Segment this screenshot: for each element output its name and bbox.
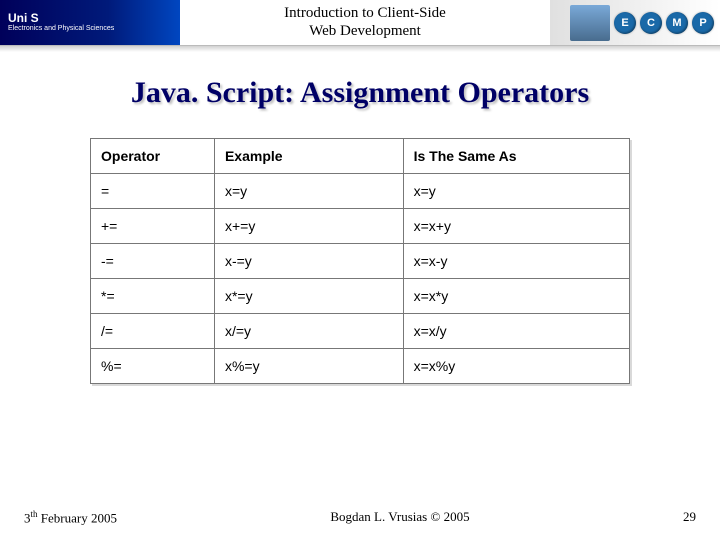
course-title: Introduction to Client-Side Web Developm… [180, 0, 550, 45]
header-photo [570, 5, 610, 41]
badge-e: E [614, 12, 636, 34]
cell-operator: += [91, 209, 215, 244]
cell-same-as: x=x+y [403, 209, 629, 244]
title-line-2: Web Development [309, 23, 421, 39]
footer: 3th February 2005 Bogdan L. Vrusias © 20… [0, 509, 720, 526]
footer-author: Bogdan L. Vrusias © 2005 [330, 509, 469, 526]
header-shadow [0, 46, 720, 52]
cell-example: x%=y [214, 349, 403, 384]
table-row: +=x+=yx=x+y [91, 209, 630, 244]
cell-operator: = [91, 174, 215, 209]
col-example: Example [214, 139, 403, 174]
logo-main-text: Uni S [8, 11, 39, 25]
cell-same-as: x=x%y [403, 349, 629, 384]
cell-same-as: x=x/y [403, 314, 629, 349]
table-row: %=x%=yx=x%y [91, 349, 630, 384]
cell-example: x+=y [214, 209, 403, 244]
table-row: /=x/=yx=x/y [91, 314, 630, 349]
cell-example: x-=y [214, 244, 403, 279]
slide-title: Java. Script: Assignment Operators [0, 76, 720, 110]
cell-same-as: x=x*y [403, 279, 629, 314]
badge-c: C [640, 12, 662, 34]
university-logo: Uni S Electronics and Physical Sciences [0, 0, 180, 45]
badge-m: M [666, 12, 688, 34]
header-right: E C M P [550, 0, 720, 45]
logo-sub-text: Electronics and Physical Sciences [8, 25, 114, 33]
cell-example: x=y [214, 174, 403, 209]
operators-table: Operator Example Is The Same As =x=yx=y+… [90, 138, 630, 384]
cell-same-as: x=x-y [403, 244, 629, 279]
col-same-as: Is The Same As [403, 139, 629, 174]
cell-example: x/=y [214, 314, 403, 349]
footer-page-number: 29 [683, 509, 696, 526]
title-line-1: Introduction to Client-Side [284, 5, 446, 21]
table-row: -=x-=yx=x-y [91, 244, 630, 279]
operators-table-wrap: Operator Example Is The Same As =x=yx=y+… [90, 138, 630, 384]
badge-p: P [692, 12, 714, 34]
cell-operator: /= [91, 314, 215, 349]
table-header-row: Operator Example Is The Same As [91, 139, 630, 174]
cell-operator: %= [91, 349, 215, 384]
header-bar: Uni S Electronics and Physical Sciences … [0, 0, 720, 46]
table-row: =x=yx=y [91, 174, 630, 209]
table-row: *=x*=yx=x*y [91, 279, 630, 314]
cell-example: x*=y [214, 279, 403, 314]
footer-date: 3th February 2005 [24, 509, 117, 526]
cell-operator: -= [91, 244, 215, 279]
cell-operator: *= [91, 279, 215, 314]
col-operator: Operator [91, 139, 215, 174]
cell-same-as: x=y [403, 174, 629, 209]
